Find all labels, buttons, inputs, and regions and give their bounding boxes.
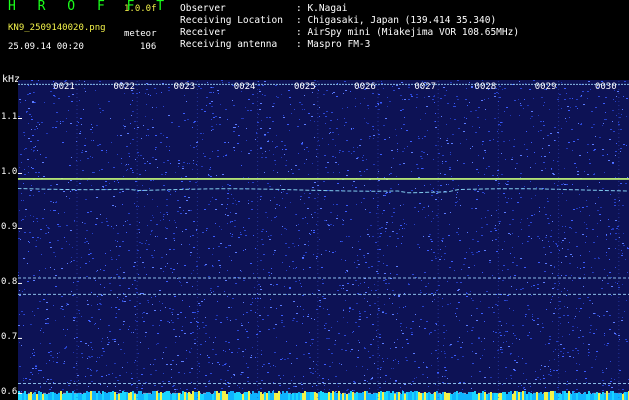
time-tick-label: 0024	[234, 82, 256, 92]
frequency-tick-label: 0.8	[1, 277, 18, 288]
receiver-label: Receiver	[180, 27, 226, 38]
mode-label: meteor	[124, 29, 157, 39]
time-tick-label: 0029	[535, 82, 557, 92]
time-tick-label: 0022	[113, 82, 135, 92]
time-tick-label: 0021	[53, 82, 75, 92]
frequency-tick-label: 1.0	[1, 167, 18, 178]
version-label: 1.0.0f	[124, 4, 157, 14]
detection-count: 106	[140, 42, 157, 52]
signal-strength-strip	[18, 391, 629, 400]
observer-label: Observer	[180, 3, 226, 14]
spectrogram-canvas: 0021 0022 0023 0024 0025 0026 0027 0028 0029 0030	[18, 80, 629, 400]
antenna-label: Receiving antenna	[180, 39, 278, 50]
time-tick-label: 0026	[354, 82, 376, 92]
frequency-tick-label: 1.1	[1, 112, 18, 123]
location-label: Receiving Location	[180, 15, 283, 26]
antenna-value: : Maspro FM-3	[296, 39, 371, 50]
spectrogram-background	[18, 80, 629, 400]
location-value: : Chigasaki, Japan (139.414 35.340)	[296, 15, 497, 26]
spectrogram: 0021 0022 0023 0024 0025 0026 0027 0028 0029 0030	[18, 80, 629, 400]
date-time: 25.09.14 00:20	[8, 42, 84, 52]
file-name: KN9_2509140020.png	[8, 23, 106, 33]
observer-value: : K.Nagai	[296, 3, 348, 14]
receiver-value: : AirSpy mini (Miakejima VOR 108.65MHz)	[296, 27, 520, 38]
frequency-tick-label: 0.7	[1, 332, 18, 343]
time-tick-label: 0028	[475, 82, 497, 92]
time-tick-label: 0025	[294, 82, 316, 92]
time-tick-label: 0023	[174, 82, 196, 92]
time-tick-label: 0030	[595, 82, 617, 92]
frequency-tick-label: 0.6	[1, 387, 18, 398]
time-tick-label: 0027	[414, 82, 436, 92]
frequency-tick-label: 0.9	[1, 222, 18, 233]
